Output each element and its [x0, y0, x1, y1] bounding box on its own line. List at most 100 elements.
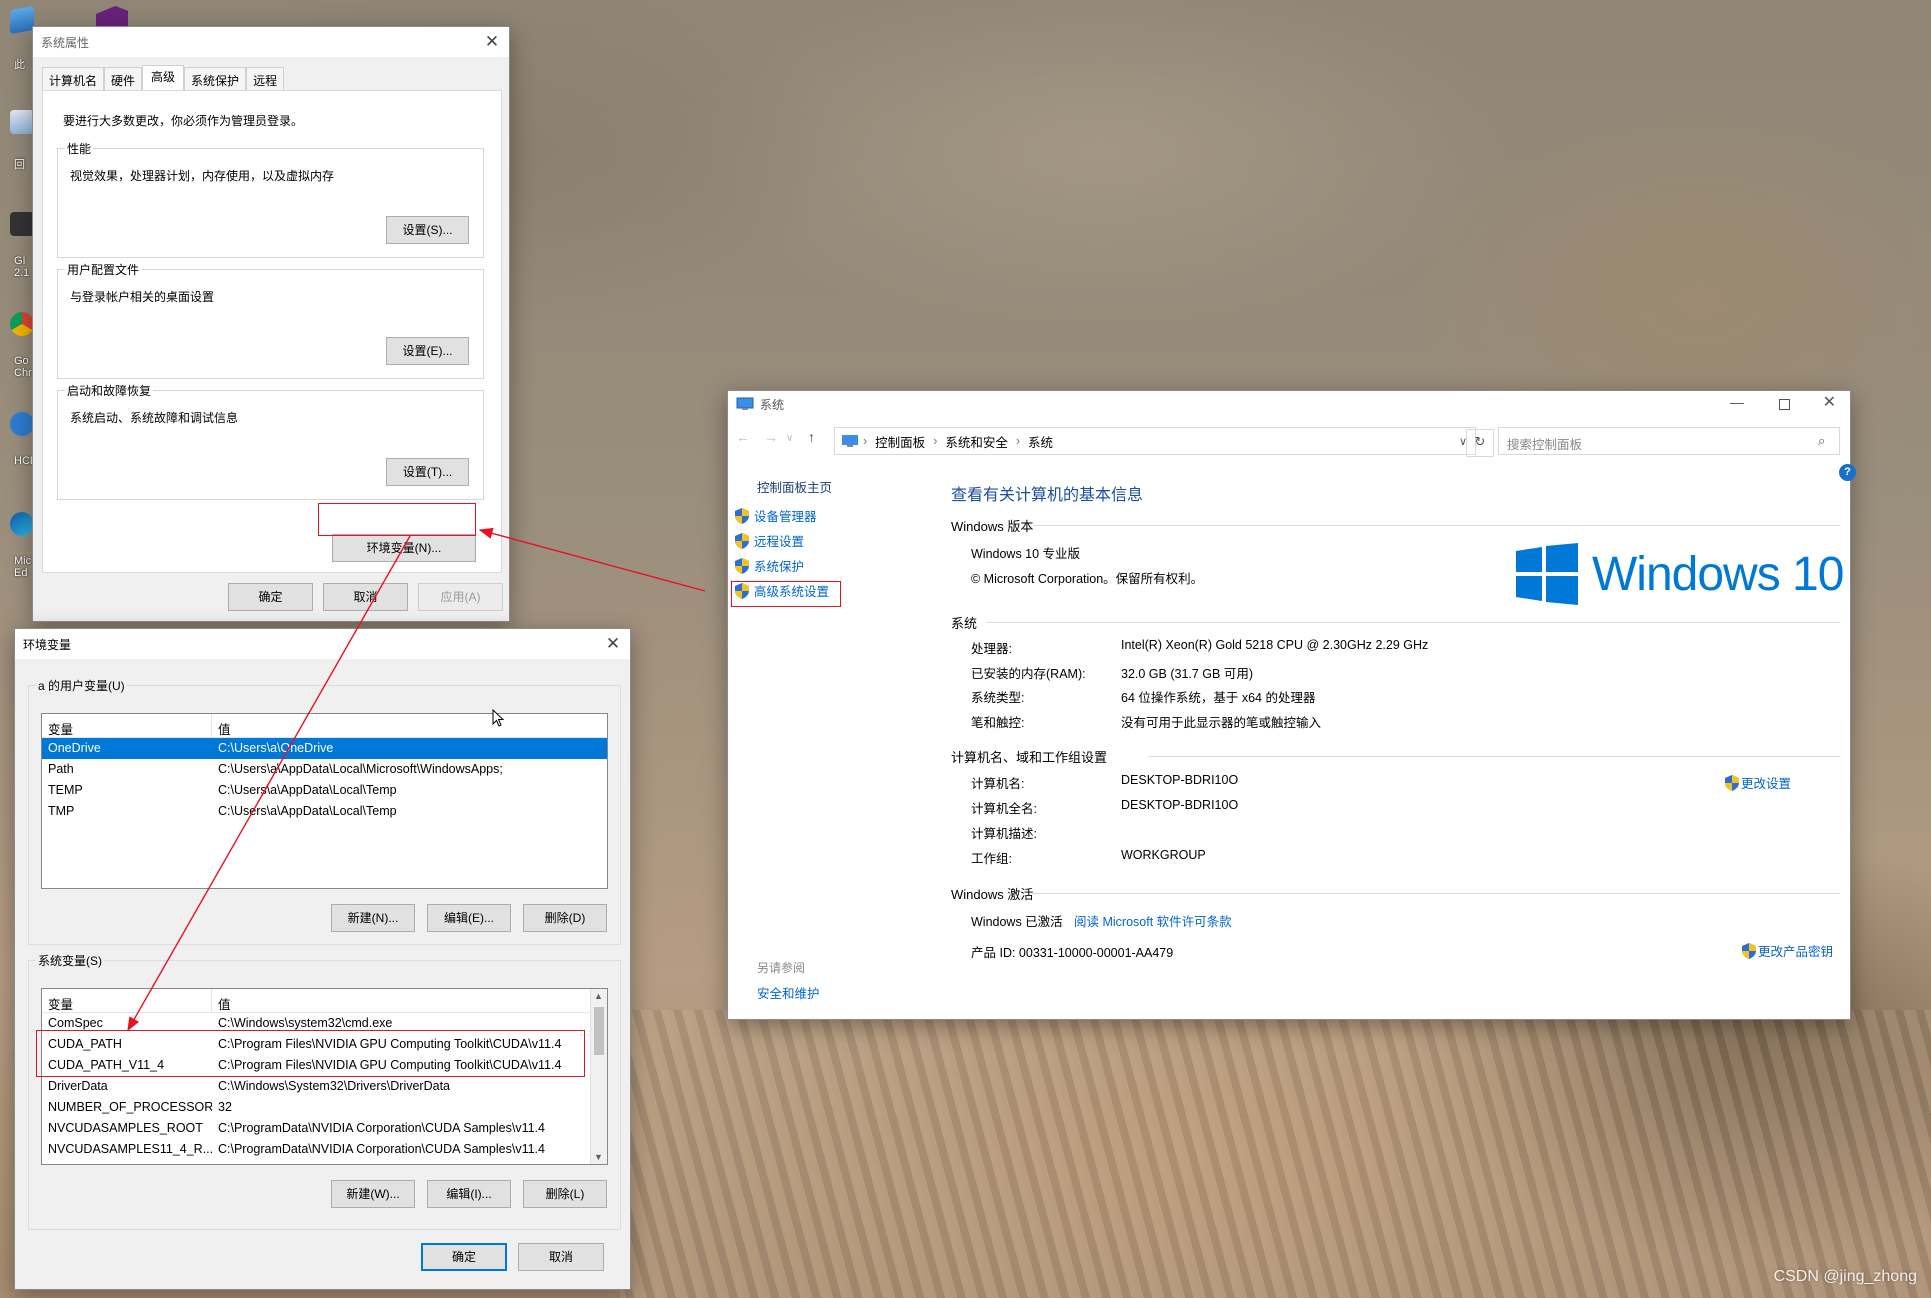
edition-value: Windows 10 专业版	[971, 547, 1081, 561]
search-icon[interactable]: ⌕	[1818, 433, 1825, 449]
variable-name: CUDA_PATH_V11_4	[48, 1058, 165, 1072]
edge-icon[interactable]	[10, 512, 34, 536]
recent-dropdown-icon[interactable]: ∨	[786, 429, 808, 449]
variable-value: C:\Windows\system32\cmd.exe	[218, 1016, 393, 1030]
variable-name: Path	[48, 762, 74, 776]
user-edit-button[interactable]: 编辑(E)...	[427, 904, 511, 932]
breadcrumb-system-security[interactable]: 系统和安全	[945, 432, 1008, 451]
hcd-app-icon[interactable]	[10, 412, 34, 436]
scroll-down-icon[interactable]: ▼	[594, 1152, 603, 1162]
breadcrumb-separator: ›	[933, 434, 938, 448]
tab-hardware[interactable]: 硬件	[104, 67, 143, 91]
user-variables-list[interactable]: 变量 值 OneDrive C:\Users\a\OneDrive Path C:\U…	[41, 713, 608, 889]
wallpaper-texture	[620, 1010, 1931, 1298]
system-variable-row[interactable]: ComSpec C:\Windows\system32\cmd.exe	[42, 1013, 590, 1034]
tab-advanced[interactable]: 高级	[142, 65, 185, 91]
close-icon[interactable]: ✕	[1823, 392, 1836, 412]
system-protection-link[interactable]: 系统保护	[735, 556, 804, 575]
tab-remote[interactable]: 远程	[246, 67, 285, 91]
recycle-bin-icon[interactable]	[10, 110, 34, 134]
watermark: CSDN @jing_zhong	[1773, 1268, 1917, 1285]
tab-panel: 要进行大多数更改，你必须作为管理员登录。 性能 视觉效果，处理器计划，内存使用，…	[42, 90, 502, 573]
user-variable-row[interactable]: Path C:\Users\a\AppData\Local\Microsoft\W…	[42, 759, 607, 780]
system-variable-row[interactable]: DriverData C:\Windows\System32\Drivers\Dr…	[42, 1076, 590, 1097]
link-label: 更改设置	[1741, 777, 1792, 791]
ok-button[interactable]: 确定	[421, 1243, 507, 1271]
user-profiles-settings-button[interactable]: 设置(E)...	[386, 337, 469, 365]
cancel-button[interactable]: 取消	[518, 1243, 604, 1271]
breadcrumb-control-panel[interactable]: 控制面板	[875, 432, 925, 451]
system-section-title: 系统	[951, 616, 978, 631]
user-new-button[interactable]: 新建(N)...	[331, 904, 415, 932]
back-icon[interactable]: ←	[736, 429, 764, 449]
list-header: 变量 值	[42, 714, 607, 738]
close-icon[interactable]: ✕	[481, 31, 503, 53]
column-header-value[interactable]: 值	[212, 989, 590, 1012]
edge-label: Mic Ed	[14, 555, 32, 579]
user-variable-row[interactable]: OneDrive C:\Users\a\OneDrive	[42, 738, 607, 759]
user-variable-row[interactable]: TEMP C:\Users\a\AppData\Local\Temp	[42, 780, 607, 801]
uac-shield-icon	[1742, 943, 1756, 959]
gi-app-icon[interactable]	[10, 212, 34, 236]
ok-button[interactable]: 确定	[228, 583, 313, 611]
user-delete-button[interactable]: 删除(D)	[523, 904, 607, 932]
this-pc-label: 此	[14, 59, 25, 71]
scroll-thumb[interactable]	[594, 1007, 604, 1055]
startup-recovery-settings-button[interactable]: 设置(T)...	[386, 458, 469, 486]
user-variable-row[interactable]: TMP C:\Users\a\AppData\Local\Temp	[42, 801, 607, 822]
spec-label: 已安装的内存(RAM):	[971, 666, 1086, 681]
minimize-icon[interactable]: —	[1730, 394, 1744, 410]
spec-label: 工作组:	[971, 852, 1012, 866]
spec-label: 计算机全名:	[971, 802, 1037, 816]
license-terms-link[interactable]: 阅读 Microsoft 软件许可条款	[1074, 911, 1232, 930]
system-variable-row[interactable]: CUDA_PATH C:\Program Files\NVIDIA GPU Com…	[42, 1034, 590, 1055]
this-pc-icon[interactable]	[10, 5, 34, 35]
tab-system-protection[interactable]: 系统保护	[184, 67, 247, 91]
scroll-up-icon[interactable]: ▲	[594, 991, 603, 1001]
cancel-button[interactable]: 取消	[323, 583, 408, 611]
close-icon[interactable]: ✕	[602, 633, 624, 655]
spec-label: 系统类型:	[971, 691, 1025, 705]
product-id: 产品 ID: 00331-10000-00001-AA479	[971, 946, 1174, 960]
system-variable-row[interactable]: NUMBER_OF_PROCESSORS 32	[42, 1097, 590, 1118]
section-divider	[1033, 525, 1840, 526]
column-header-name[interactable]: 变量	[42, 714, 212, 737]
system-edit-button[interactable]: 编辑(I)...	[427, 1180, 511, 1208]
spec-value: Intel(R) Xeon(R) Gold 5218 CPU @ 2.30GHz…	[1121, 638, 1429, 652]
system-new-button[interactable]: 新建(W)...	[331, 1180, 415, 1208]
search-input[interactable]: 搜索控制面板	[1498, 427, 1840, 455]
variable-value: C:\Users\a\AppData\Local\Temp	[218, 804, 397, 818]
system-variables-list[interactable]: 变量 值 ComSpec C:\Windows\system32\cmd.exe C…	[41, 988, 608, 1165]
variable-name: NUMBER_OF_PROCESSORS	[48, 1100, 212, 1114]
column-header-value[interactable]: 值	[212, 714, 607, 737]
device-manager-link[interactable]: 设备管理器	[735, 506, 817, 525]
performance-settings-button[interactable]: 设置(S)...	[386, 216, 469, 244]
advanced-system-settings-link[interactable]: 高级系统设置	[735, 581, 829, 600]
environment-variables-button[interactable]: 环境变量(N)...	[332, 534, 476, 562]
change-product-key-link[interactable]: 更改产品密钥	[1742, 941, 1833, 960]
breadcrumb-system[interactable]: 系统	[1028, 432, 1053, 451]
apply-button[interactable]: 应用(A)	[418, 583, 503, 611]
system-variable-row[interactable]: NVCUDASAMPLES_ROOT C:\ProgramData\NVIDIA …	[42, 1118, 590, 1139]
control-panel-home-link[interactable]: 控制面板主页	[757, 477, 832, 496]
system-variable-row[interactable]: NVCUDASAMPLES11_4_R... C:\ProgramData\NVI…	[42, 1139, 590, 1160]
security-maintenance-link[interactable]: 安全和维护	[757, 983, 820, 1002]
variable-value: C:\Windows\System32\Drivers\DriverData	[218, 1079, 450, 1093]
forward-icon[interactable]: →	[764, 429, 786, 449]
vertical-scrollbar[interactable]: ▲ ▼	[590, 989, 607, 1164]
refresh-icon[interactable]: ↻	[1466, 429, 1494, 457]
system-delete-button[interactable]: 删除(L)	[523, 1180, 607, 1208]
help-icon[interactable]: ?	[1839, 464, 1856, 481]
change-settings-link[interactable]: 更改设置	[1725, 773, 1791, 792]
remote-settings-link[interactable]: 远程设置	[735, 531, 804, 550]
system-variable-row[interactable]: CUDA_PATH_V11_4 C:\Program Files\NVIDIA G…	[42, 1055, 590, 1076]
spec-label: 处理器:	[971, 642, 1012, 656]
chrome-icon[interactable]	[10, 312, 34, 336]
tab-computer-name[interactable]: 计算机名	[42, 67, 105, 91]
address-bar[interactable]: › 控制面板 › 系统和安全 › 系统 ∨	[834, 427, 1476, 455]
environment-variables-window: 环境变量 ✕ a 的用户变量(U) 变量 值 OneDrive C:\Users\…	[14, 628, 631, 1290]
maximize-icon[interactable]	[1779, 399, 1790, 410]
up-icon[interactable]: ↑	[808, 429, 830, 449]
column-header-name[interactable]: 变量	[42, 989, 212, 1012]
nav-buttons: ← → ∨ ↑	[736, 429, 830, 449]
